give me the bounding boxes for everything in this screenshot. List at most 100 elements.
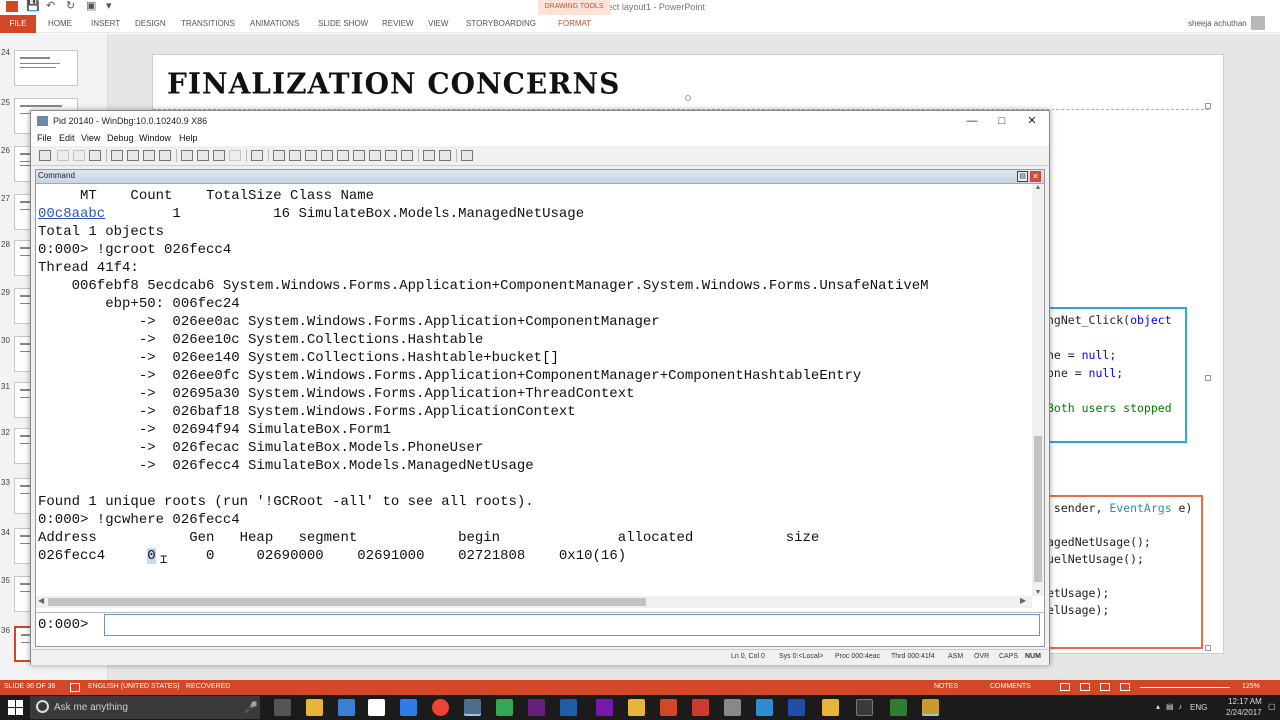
- step-into-icon[interactable]: [181, 150, 193, 161]
- tab-transitions[interactable]: TRANSITIONS: [181, 19, 235, 28]
- app-green-icon[interactable]: [496, 699, 513, 716]
- command-input[interactable]: [104, 614, 1040, 636]
- language-indicator[interactable]: ENGLISH (UNITED STATES): [88, 683, 180, 690]
- vertical-scrollbar[interactable]: ▲ ▼: [1032, 184, 1044, 596]
- tab-file[interactable]: FILE: [0, 15, 36, 33]
- app-recorder-icon[interactable]: [922, 699, 939, 716]
- command-output[interactable]: MT Count TotalSize Class Name 00c8aabc 1 …: [38, 184, 1032, 596]
- horizontal-scrollbar[interactable]: ◀ ▶: [36, 596, 1032, 608]
- clock-time[interactable]: 12:17 AM: [1228, 697, 1262, 706]
- menu-window[interactable]: Window: [139, 133, 171, 143]
- rotate-handle[interactable]: [685, 95, 691, 101]
- clock-date[interactable]: 2/24/2017: [1226, 708, 1262, 717]
- locals-window-icon[interactable]: [305, 150, 317, 161]
- menu-help[interactable]: Help: [179, 133, 198, 143]
- go-icon[interactable]: [111, 150, 123, 161]
- file-explorer-icon[interactable]: [306, 699, 323, 716]
- processes-threads-icon[interactable]: [401, 150, 413, 161]
- notifications-icon[interactable]: ▢: [1268, 702, 1276, 711]
- vertical-scroll-thumb[interactable]: [1034, 436, 1042, 582]
- slide-sorter-icon[interactable]: [1080, 683, 1090, 691]
- slide-title[interactable]: Finalization Concerns: [167, 66, 620, 101]
- word-icon[interactable]: [560, 699, 577, 716]
- scroll-left-icon[interactable]: ◀: [38, 596, 44, 605]
- visual-studio-icon[interactable]: [528, 699, 545, 716]
- code-snippet-box-1[interactable]: ngNet_Click(object ne = null; one = null; B…: [1041, 307, 1187, 443]
- tab-insert[interactable]: INSERT: [91, 19, 120, 28]
- volume-icon[interactable]: ♪: [1178, 702, 1182, 711]
- restart-icon[interactable]: [127, 150, 139, 161]
- zoom-slider[interactable]: [1140, 687, 1230, 688]
- close-button[interactable]: ✕: [1017, 113, 1047, 129]
- network-icon[interactable]: ▤: [1166, 702, 1174, 711]
- tab-slide-show[interactable]: SLIDE SHOW: [318, 19, 368, 28]
- app-dark-icon[interactable]: [856, 699, 873, 716]
- ie-icon[interactable]: [400, 699, 417, 716]
- reading-view-icon[interactable]: [1100, 683, 1110, 691]
- normal-view-icon[interactable]: [1060, 683, 1070, 691]
- resize-handle[interactable]: [1205, 645, 1211, 651]
- zoom-level[interactable]: 125%: [1242, 683, 1260, 690]
- task-view-icon[interactable]: [274, 699, 291, 716]
- options-icon[interactable]: [461, 150, 473, 161]
- menu-file[interactable]: File: [37, 133, 52, 143]
- method-table-link[interactable]: 00c8aabc: [38, 206, 105, 222]
- app-yellow-icon[interactable]: [822, 699, 839, 716]
- folder-icon[interactable]: [628, 699, 645, 716]
- spellcheck-icon[interactable]: [70, 683, 80, 692]
- input-language[interactable]: ENG: [1190, 703, 1207, 712]
- powerpoint-taskbar-icon[interactable]: [660, 699, 677, 716]
- resize-handle[interactable]: [1205, 103, 1211, 109]
- start-button[interactable]: [8, 700, 23, 715]
- app-blue-icon[interactable]: [756, 699, 773, 716]
- break-icon[interactable]: [159, 150, 171, 161]
- app-dark-blue-icon[interactable]: [788, 699, 805, 716]
- tab-design[interactable]: DESIGN: [135, 19, 166, 28]
- tab-format[interactable]: FORMAT: [558, 19, 591, 28]
- command-window[interactable]: Command ▤ ✕ MT Count TotalSize Class Nam…: [35, 169, 1045, 647]
- minimize-button[interactable]: —: [957, 113, 987, 129]
- app-generic-icon[interactable]: [724, 699, 741, 716]
- run-to-cursor-icon[interactable]: [229, 150, 241, 161]
- selected-generation[interactable]: 0: [147, 548, 156, 564]
- windbg-taskbar-icon[interactable]: [464, 699, 481, 716]
- windbg-titlebar[interactable]: Pid 20140 - WinDbg:10.0.10240.9 X86 — □ …: [31, 111, 1049, 131]
- scroll-right-icon[interactable]: ▶: [1020, 596, 1026, 605]
- cut-icon[interactable]: [57, 150, 69, 161]
- chrome-icon[interactable]: [432, 699, 449, 716]
- tab-home[interactable]: HOME: [48, 19, 72, 28]
- maximize-button[interactable]: □: [987, 113, 1017, 129]
- tab-review[interactable]: REVIEW: [382, 19, 414, 28]
- store-icon[interactable]: [368, 699, 385, 716]
- tray-overflow-icon[interactable]: ▴: [1156, 702, 1160, 711]
- pdf-icon[interactable]: [692, 699, 709, 716]
- disassembly-window-icon[interactable]: [369, 150, 381, 161]
- microphone-icon[interactable]: 🎤: [244, 701, 258, 714]
- resize-handle[interactable]: [1205, 375, 1211, 381]
- user-avatar[interactable]: [1251, 16, 1265, 30]
- tab-animations[interactable]: ANIMATIONS: [250, 19, 299, 28]
- app-green-2-icon[interactable]: [890, 699, 907, 716]
- menu-view[interactable]: View: [81, 133, 100, 143]
- tab-view[interactable]: VIEW: [428, 19, 448, 28]
- copy-icon[interactable]: [73, 150, 85, 161]
- breakpoint-hand-icon[interactable]: [251, 150, 263, 161]
- user-name[interactable]: sheeja achuthan: [1188, 19, 1247, 28]
- slide-thumbnail[interactable]: [14, 50, 78, 86]
- watch-window-icon[interactable]: [289, 150, 301, 161]
- notes-button[interactable]: NOTES: [934, 683, 958, 690]
- scroll-down-icon[interactable]: ▼: [1032, 589, 1044, 596]
- menu-debug[interactable]: Debug: [107, 133, 134, 143]
- dock-icon[interactable]: ▤: [1017, 171, 1028, 182]
- scratch-pad-icon[interactable]: [385, 150, 397, 161]
- menu-edit[interactable]: Edit: [59, 133, 75, 143]
- source-mode-icon[interactable]: [423, 150, 435, 161]
- open-icon[interactable]: [39, 150, 51, 161]
- memory-window-icon[interactable]: [337, 150, 349, 161]
- windbg-window[interactable]: Pid 20140 - WinDbg:10.0.10240.9 X86 — □ …: [30, 110, 1050, 665]
- onenote-icon[interactable]: [596, 699, 613, 716]
- slideshow-view-icon[interactable]: [1120, 683, 1130, 691]
- step-out-icon[interactable]: [213, 150, 225, 161]
- tab-storyboarding[interactable]: STORYBOARDING: [466, 19, 536, 28]
- font-icon[interactable]: [439, 150, 451, 161]
